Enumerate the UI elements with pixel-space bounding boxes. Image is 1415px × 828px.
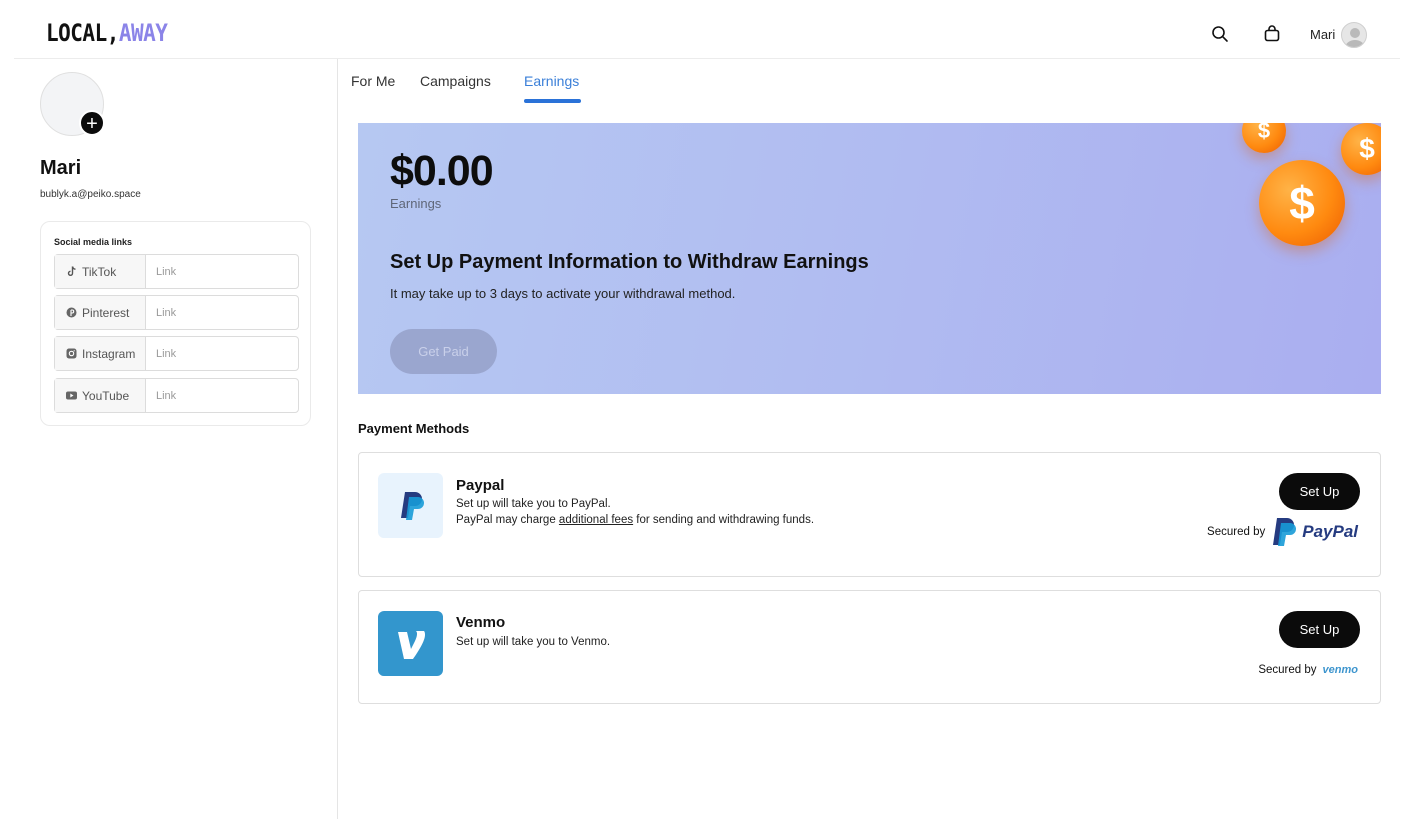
get-paid-button[interactable]: Get Paid [390,329,497,374]
social-label-text: TikTok [82,264,117,279]
paypal-secured-by: Secured by PayPal [1207,517,1358,547]
additional-fees-link[interactable]: additional fees [559,514,633,526]
top-header: LOCAL,AWAY Mari [14,0,1400,59]
logo-text-local: LOCAL, [46,19,119,47]
paypal-fee-text-after: for sending and withdrawing funds. [633,514,815,526]
bag-icon[interactable] [1262,24,1282,44]
profile-email: bublyk.a@peiko.space [40,189,141,200]
instagram-icon [66,348,77,359]
avatar[interactable] [1341,22,1367,48]
tab-for-me[interactable]: For Me [351,73,395,89]
social-row-tiktok: TikTok [54,254,299,289]
paypal-name: Paypal [456,477,505,494]
paypal-setup-button[interactable]: Set Up [1279,473,1360,510]
social-label-youtube: YouTube [55,379,146,412]
paypal-mark-icon [1273,518,1297,546]
youtube-link-input[interactable] [146,379,298,412]
search-icon[interactable] [1210,24,1230,44]
coin-icon: $ [1242,123,1286,153]
header-user-name[interactable]: Mari [1310,27,1335,42]
paypal-description-line2: PayPal may charge additional fees for se… [456,512,814,528]
coin-icon: $ [1259,160,1345,246]
tiktok-link-input[interactable] [146,255,298,288]
social-row-youtube: YouTube [54,378,299,413]
secured-by-label: Secured by [1207,526,1266,538]
social-label-tiktok: TikTok [55,255,146,288]
social-label-text: YouTube [82,388,130,403]
banner-title: Set Up Payment Information to Withdraw E… [390,251,869,273]
profile-name: Mari [40,157,82,179]
secured-by-label: Secured by [1258,664,1317,676]
payment-methods-heading: Payment Methods [358,421,470,436]
social-label-pinterest: Pinterest [55,296,146,329]
pinterest-icon [66,307,77,318]
social-row-instagram: Instagram [54,336,299,371]
venmo-description: Set up will take you to Venmo. [456,636,611,648]
paypal-card: Paypal Set up will take you to PayPal. P… [358,452,1381,577]
earnings-label: Earnings [390,196,442,211]
pinterest-link-input[interactable] [146,296,298,329]
paypal-fee-text-before: PayPal may charge [456,514,559,526]
social-links-card: Social media links TikTok Pinterest Inst… [40,221,311,426]
coin-icon: $ [1341,123,1381,175]
earnings-amount: $0.00 [390,147,494,195]
venmo-setup-button[interactable]: Set Up [1279,611,1360,648]
social-row-pinterest: Pinterest [54,295,299,330]
social-label-instagram: Instagram [55,337,146,370]
social-label-text: Pinterest [82,305,130,320]
banner-subtitle: It may take up to 3 days to activate you… [390,286,736,301]
tiktok-icon [66,266,77,277]
tab-earnings[interactable]: Earnings [524,73,579,89]
logo-text-away: AWAY [118,19,168,47]
sidebar-divider [337,59,338,819]
logo[interactable]: LOCAL,AWAY [46,19,168,47]
venmo-secured-by: Secured by venmo [1258,664,1358,676]
venmo-name: Venmo [456,614,506,631]
social-label-text: Instagram [82,346,136,361]
venmo-wordmark: venmo [1322,664,1358,676]
paypal-wordmark: PayPal [1302,522,1358,541]
venmo-card: Venmo Set up will take you to Venmo. Set… [358,590,1381,704]
youtube-icon [66,390,77,401]
social-links-title: Social media links [54,237,133,247]
tab-campaigns[interactable]: Campaigns [420,73,491,89]
instagram-link-input[interactable] [146,337,298,370]
paypal-description-line1: Set up will take you to PayPal. [456,498,611,510]
earnings-banner: $0.00 Earnings Set Up Payment Informatio… [358,123,1381,394]
active-tab-indicator [524,99,581,103]
venmo-logo-icon [378,611,443,676]
paypal-logo-icon [378,473,443,538]
add-photo-button[interactable]: + [79,110,105,136]
